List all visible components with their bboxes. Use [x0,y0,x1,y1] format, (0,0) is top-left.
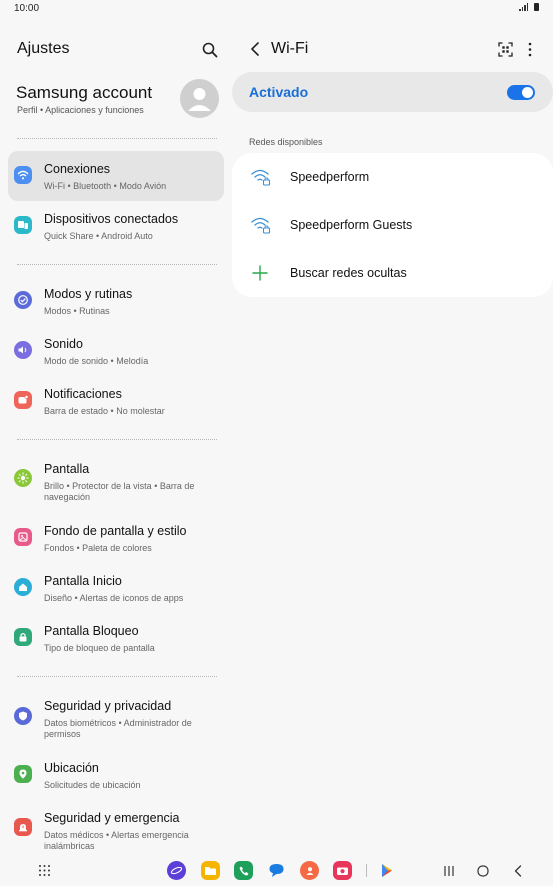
switch-knob [522,87,533,98]
menu-item-dispositivos-conectados[interactable]: Dispositivos conectados Quick Share • An… [8,201,224,251]
wifi-lock-icon [251,217,271,234]
menu-item-subtitle: Solicitudes de ubicación [44,780,141,790]
apps-grid-icon[interactable] [38,864,51,877]
network-name: Speedperform Guests [290,218,413,232]
network-name: Buscar redes ocultas [290,266,407,280]
internet-app-icon[interactable] [167,861,186,880]
menu-item-modos-rutinas[interactable]: Modos y rutinas Modos • Rutinas [8,276,224,326]
camera-app-icon[interactable] [333,861,352,880]
add-hidden-network[interactable]: Buscar redes ocultas [232,249,553,297]
menu-item-pantalla[interactable]: Pantalla Brillo • Protector de la vista … [8,451,224,507]
recent-apps-icon[interactable] [442,864,456,878]
wifi-status-label: Activado [249,84,309,100]
account-name: Samsung account [16,83,153,102]
divider [17,439,217,440]
devices-icon [14,216,32,234]
emergency-icon [14,818,32,836]
divider [17,676,217,677]
status-icons [519,3,539,11]
network-item[interactable]: Speedperform [232,153,553,201]
home-icon [14,578,32,596]
menu-item-title: Seguridad y emergencia [44,811,180,825]
plus-icon [252,265,268,281]
menu-item-subtitle: Fondos • Paleta de colores [44,543,152,553]
menu-item-subtitle: Tipo de bloqueo de pantalla [44,643,155,653]
menu-item-title: Pantalla Inicio [44,574,122,588]
menu-item-title: Ubicación [44,761,99,775]
networks-list: Speedperform Speedperform Guests Buscar … [232,153,553,297]
menu-item-subtitle: Datos biométricos • Administrador de per… [44,718,192,739]
status-time: 10:00 [14,3,40,14]
wifi-lock-icon [251,169,271,186]
play-store-icon[interactable] [377,861,396,880]
menu-item-title: Dispositivos conectados [44,212,179,226]
samsung-account[interactable]: Samsung account Perfil • Aplicaciones y … [0,78,232,126]
wifi-toggle-switch[interactable] [507,85,535,100]
account-subtitle: Perfil • Aplicaciones y funciones [17,105,144,115]
signal-icon [519,3,528,11]
menu-item-pantalla-inicio[interactable]: Pantalla Inicio Diseño • Alertas de icon… [8,563,224,613]
menu-item-subtitle: Datos médicos • Alertas emergencia inalá… [44,830,189,851]
menu-item-fondo-pantalla[interactable]: Fondo de pantalla y estilo Fondos • Pale… [8,513,224,563]
avatar[interactable] [180,79,219,118]
speaker-icon [14,341,32,359]
menu-item-title: Notificaciones [44,387,122,401]
palette-icon [14,528,32,546]
menu-item-subtitle: Modo de sonido • Melodía [44,356,149,366]
network-name: Speedperform [290,170,370,184]
menu-item-sonido[interactable]: Sonido Modo de sonido • Melodía [8,326,224,376]
menu-item-title: Modos y rutinas [44,287,133,301]
page-title: Wi-Fi [271,40,309,57]
menu-item-title: Seguridad y privacidad [44,699,172,713]
divider [17,138,217,139]
shield-icon [14,707,32,725]
check-circle-icon [14,291,32,309]
menu-item-subtitle: Diseño • Alertas de iconos de apps [44,593,184,603]
menu-item-subtitle: Modos • Rutinas [44,306,110,316]
menu-item-subtitle: Wi-Fi • Bluetooth • Modo Avión [44,181,167,191]
wifi-icon [14,166,32,184]
menu-item-title: Pantalla Bloqueo [44,624,139,638]
settings-title: Ajustes [17,40,70,57]
menu-item-notificaciones[interactable]: Notificaciones Barra de estado • No mole… [8,376,224,426]
contacts-app-icon[interactable] [300,861,319,880]
settings-panel: Ajustes Samsung account Perfil • Aplicac… [0,18,232,856]
network-item[interactable]: Speedperform Guests [232,201,553,249]
menu-item-subtitle: Quick Share • Android Auto [44,231,153,241]
back-button-icon[interactable] [511,864,525,878]
menu-item-subtitle: Brillo • Protector de la vista • Barra d… [44,481,195,502]
messages-app-icon[interactable] [267,861,286,880]
back-icon[interactable] [248,41,262,57]
lock-icon [14,628,32,646]
menu-item-title: Sonido [44,337,83,351]
wifi-panel: Wi-Fi Activado Redes disponibles Speedpe… [232,18,553,856]
search-icon[interactable] [201,41,219,59]
navigation-bar [0,856,553,886]
section-label: Redes disponibles [249,137,323,147]
menu-item-subtitle: Barra de estado • No molestar [44,406,165,416]
menu-item-conexiones[interactable]: Conexiones Wi-Fi • Bluetooth • Modo Avió… [8,151,224,201]
menu-item-title: Fondo de pantalla y estilo [44,524,187,538]
menu-item-pantalla-bloqueo[interactable]: Pantalla Bloqueo Tipo de bloqueo de pant… [8,613,224,663]
menu-item-title: Conexiones [44,162,111,176]
menu-item-seguridad-emergencia[interactable]: Seguridad y emergencia Datos médicos • A… [8,800,224,856]
sun-icon [14,469,32,487]
location-icon [14,765,32,783]
phone-app-icon[interactable] [234,861,253,880]
files-app-icon[interactable] [201,861,220,880]
notification-icon [14,391,32,409]
home-button-icon[interactable] [476,864,490,878]
menu-item-seguridad-privacidad[interactable]: Seguridad y privacidad Datos biométricos… [8,688,224,744]
status-bar: 10:00 [0,0,553,18]
qr-code-icon[interactable] [498,42,513,57]
menu-item-title: Pantalla [44,462,90,476]
dock-separator [366,864,367,877]
divider [17,264,217,265]
menu-item-ubicacion[interactable]: Ubicación Solicitudes de ubicación [8,750,224,800]
battery-icon [534,3,539,11]
wifi-toggle-row[interactable]: Activado [232,72,553,112]
more-options-icon[interactable] [527,42,533,57]
